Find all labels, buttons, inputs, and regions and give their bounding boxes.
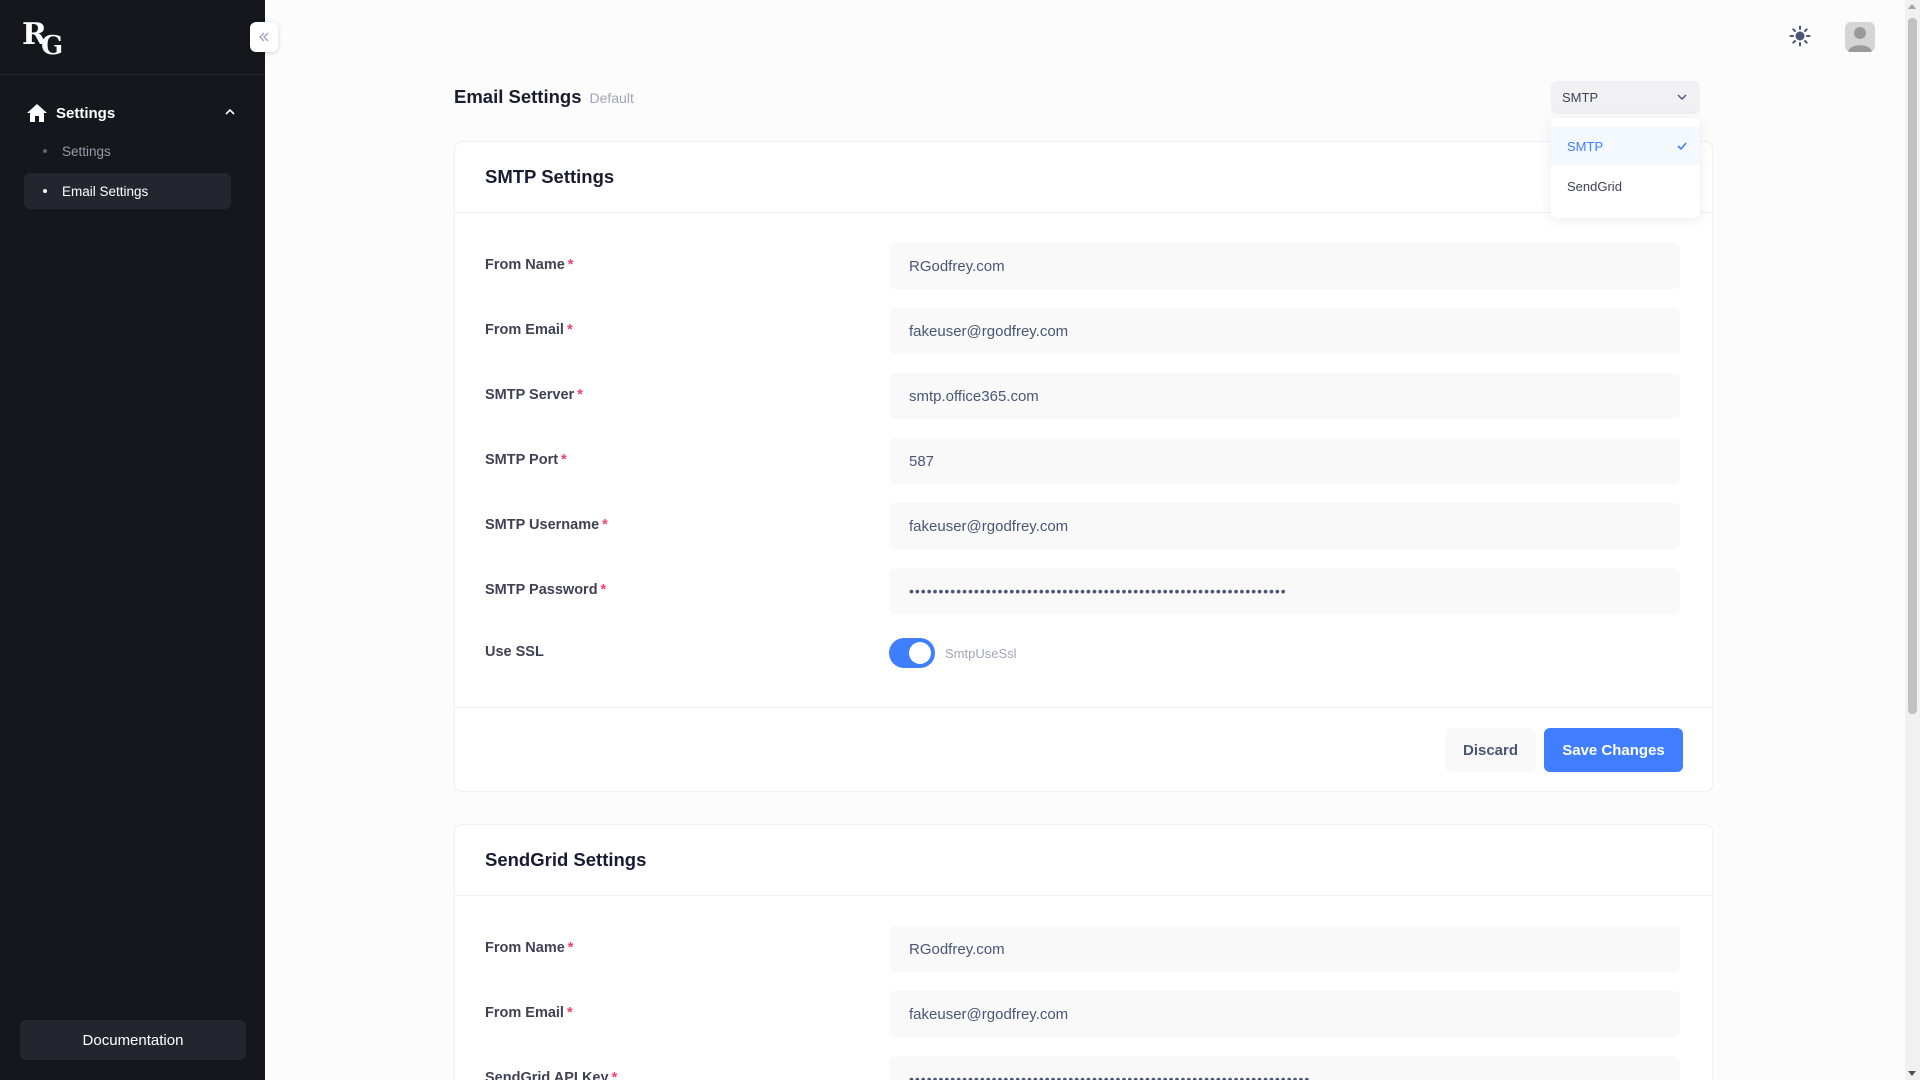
field-label: SMTP Password * [485, 582, 607, 598]
user-icon [1848, 27, 1872, 52]
chevron-down-icon [1677, 94, 1687, 100]
required-marker: * [602, 517, 608, 533]
page-title-text: Email Settings [454, 86, 582, 107]
field-label: Use SSL [485, 644, 544, 660]
chevron-up-icon [225, 108, 235, 115]
required-marker: * [577, 387, 583, 403]
form-row-smtp-password: SMTP Password * [485, 568, 1684, 614]
toggle-label: SmtpUseSsl [945, 646, 1017, 661]
required-marker: * [611, 1070, 618, 1080]
use-ssl-toggle[interactable] [889, 638, 935, 668]
card-footer-divider [455, 707, 1712, 708]
field-label: From Name * [485, 257, 574, 273]
sendgrid-from-name-input[interactable] [889, 926, 1680, 972]
field-label: From Email * [485, 1005, 573, 1021]
sun-icon[interactable] [1788, 24, 1812, 48]
required-marker: * [561, 452, 567, 468]
form-row-smtp-username: SMTP Username * [485, 503, 1684, 549]
form-row-smtp-port: SMTP Port * [485, 438, 1684, 484]
form-row-from-email: From Email * [485, 308, 1684, 354]
documentation-button[interactable]: Documentation [20, 1020, 246, 1060]
scroll-down-arrow-icon[interactable] [1908, 1071, 1916, 1076]
sendgrid-from-email-input[interactable] [889, 991, 1680, 1037]
dropdown-option-smtp[interactable]: SMTP [1551, 127, 1700, 165]
sidebar-item-email-settings[interactable]: Email Settings [24, 173, 231, 209]
smtp-server-input[interactable] [889, 373, 1680, 419]
check-icon [1677, 142, 1687, 151]
app-logo[interactable]: RG [22, 20, 63, 60]
discard-button[interactable]: Discard [1445, 728, 1536, 772]
sendgrid-settings-card: SendGrid Settings From Name* From Email*… [454, 824, 1713, 1080]
page-scrollbar[interactable] [1905, 0, 1920, 1080]
smtp-username-input[interactable] [889, 503, 1680, 549]
field-label: SMTP Port * [485, 452, 567, 468]
sidebar-item-settings-group[interactable]: Settings [26, 100, 236, 126]
avatar[interactable] [1845, 22, 1875, 52]
field-label: SendGrid API Key * [485, 1070, 617, 1080]
sidebar-item-settings[interactable]: Settings [24, 133, 231, 169]
field-label: From Email * [485, 322, 573, 338]
card-title: SMTP Settings [485, 166, 615, 187]
from-email-input[interactable] [889, 308, 1680, 354]
page-title: Email Settings Default [454, 86, 634, 108]
field-label: SMTP Server * [485, 387, 583, 403]
required-marker: * [566, 322, 573, 338]
provider-select-value: SMTP [1562, 90, 1599, 105]
dropdown-option-label: SMTP [1567, 138, 1604, 154]
provider-select[interactable]: SMTP [1551, 81, 1700, 114]
home-icon [27, 104, 47, 122]
sidebar-divider [0, 74, 265, 75]
sidebar: RG Settings Settings Email Settings Docu… [0, 0, 265, 1080]
from-name-input[interactable] [889, 243, 1680, 289]
bullet-icon [43, 149, 47, 153]
save-changes-button[interactable]: Save Changes [1544, 728, 1683, 772]
sendgrid-api-key-input[interactable] [889, 1056, 1680, 1080]
required-marker: * [566, 1005, 573, 1021]
card-header: SMTP Settings [455, 142, 1712, 213]
field-label: SMTP Username * [485, 517, 608, 533]
smtp-settings-card: SMTP Settings From Name* From Email* SMT… [454, 141, 1713, 792]
form-row-sendgrid-api-key: SendGrid API Key * [485, 1056, 1684, 1080]
double-chevron-left-icon [259, 32, 269, 42]
scroll-thumb[interactable] [1908, 18, 1917, 714]
sidebar-collapse-button[interactable] [250, 22, 278, 52]
sidebar-item-label: Settings [56, 104, 116, 122]
page-subtitle: Default [589, 90, 634, 106]
dropdown-option-label: SendGrid [1567, 178, 1622, 194]
required-marker: * [600, 582, 607, 598]
required-marker: * [567, 257, 574, 273]
card-header: SendGrid Settings [455, 825, 1712, 896]
smtp-port-input[interactable] [889, 438, 1680, 484]
toggle-knob [909, 642, 931, 664]
form-row-from-name: From Name * [485, 926, 1684, 972]
bullet-icon [43, 189, 47, 193]
dropdown-option-sendgrid[interactable]: SendGrid [1551, 167, 1700, 205]
smtp-password-input[interactable] [889, 568, 1680, 614]
sidebar-item-label: Email Settings [62, 183, 149, 199]
form-row-use-ssl: Use SSL SmtpUseSsl [485, 638, 1684, 684]
field-label: From Name * [485, 940, 574, 956]
form-row-from-name: From Name * [485, 243, 1684, 289]
form-row-from-email: From Email * [485, 991, 1684, 1037]
card-title: SendGrid Settings [485, 849, 647, 870]
required-marker: * [567, 940, 574, 956]
sidebar-item-label: Settings [62, 143, 111, 159]
scroll-up-arrow-icon[interactable] [1908, 4, 1916, 9]
provider-dropdown-menu: SMTP SendGrid [1551, 118, 1700, 218]
form-row-smtp-server: SMTP Server * [485, 373, 1684, 419]
